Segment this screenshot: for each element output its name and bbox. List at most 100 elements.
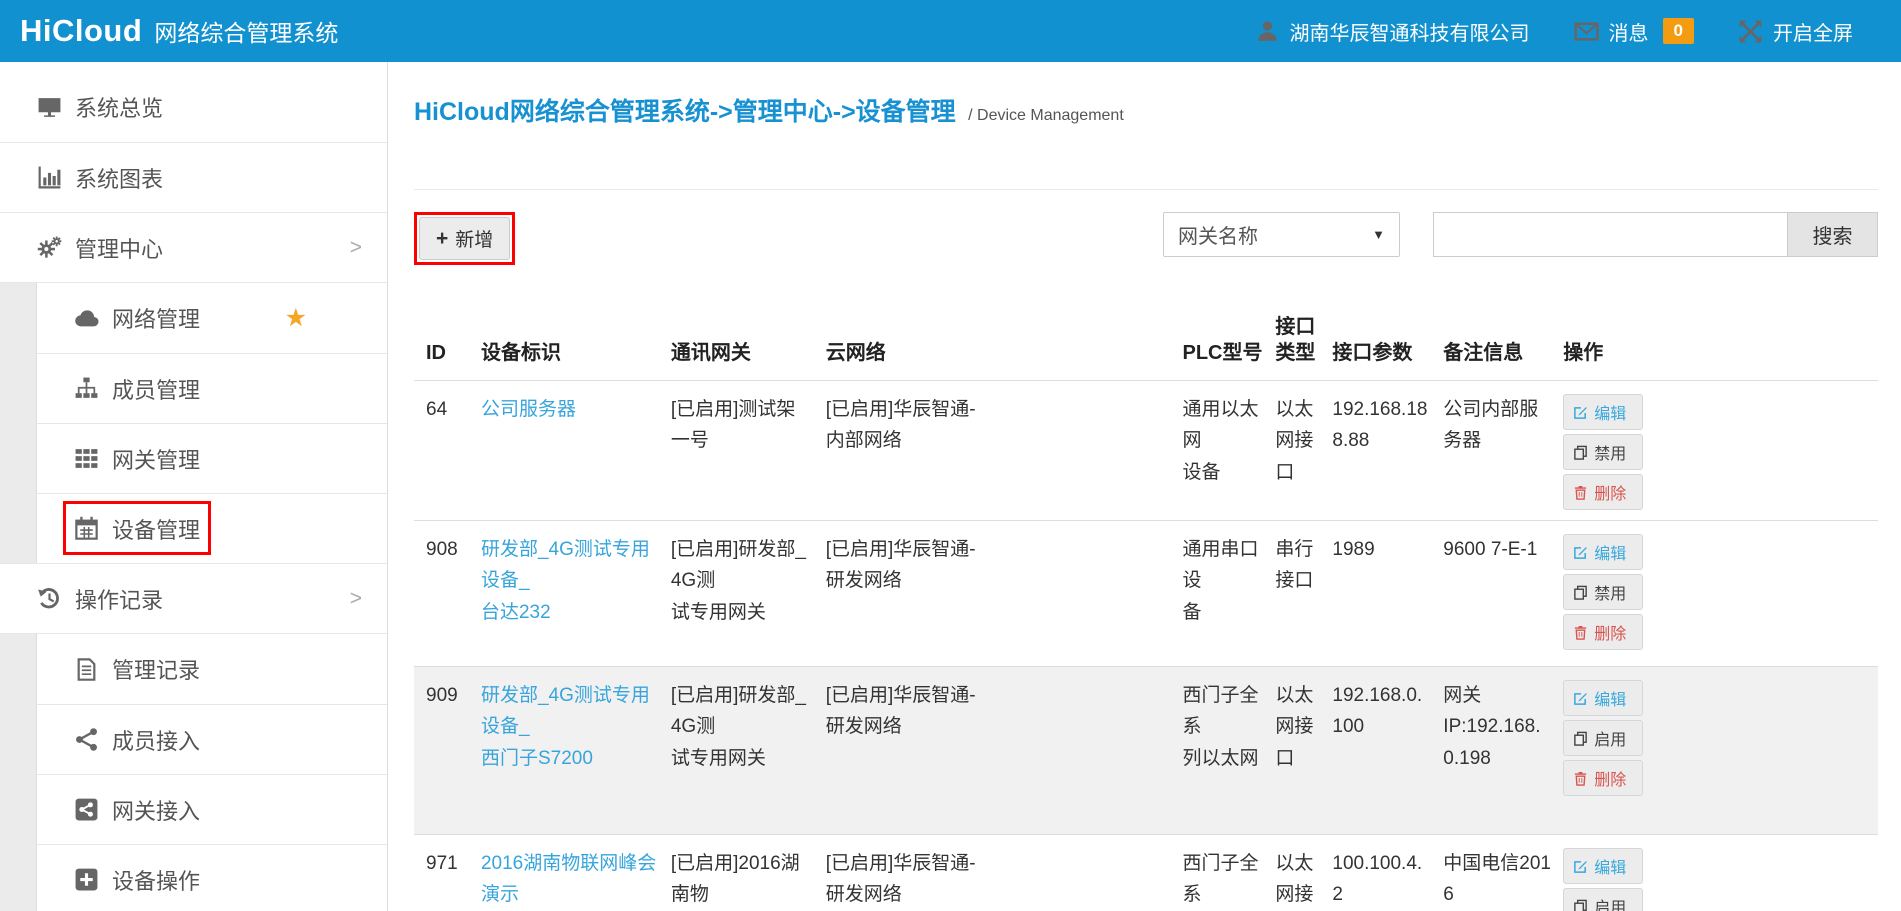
delete-button[interactable]: 删除	[1563, 614, 1643, 650]
sidebar-item-management-center[interactable]: 管理中心 >	[0, 212, 387, 282]
star-icon: ★	[285, 303, 307, 333]
cell-gateway: [已启用]2016湖南物 联网峰会	[671, 835, 826, 911]
trash-icon	[1573, 771, 1588, 786]
cell-gateway: [已启用]研发部_4G测 试专用网关	[671, 667, 826, 834]
device-link[interactable]: 研发部_4G测试专用设备_ 西门子S7200	[481, 685, 650, 769]
cell-gateway: [已启用]测试架一号	[671, 381, 826, 520]
clone-icon	[1573, 899, 1588, 911]
cell-plc: 通用以太网 设备	[1182, 381, 1275, 520]
header-id: ID	[414, 327, 481, 380]
table-header-row: ID 设备标识 通讯网关 云网络 PLC型号 接口 类型 接口参数 备注信息 操…	[414, 301, 1878, 380]
grid-icon	[74, 446, 99, 471]
sitemap-icon	[74, 376, 99, 401]
cell-id: 909	[414, 667, 481, 834]
fullscreen-button[interactable]: 开启全屏	[1738, 17, 1853, 46]
sidebar-item-operation-records[interactable]: 操作记录 >	[0, 563, 387, 633]
edit-icon	[1573, 405, 1588, 420]
delete-button[interactable]: 删除	[1563, 474, 1643, 510]
filter-field-select[interactable]: 网关名称 ▼	[1163, 212, 1400, 257]
company-menu[interactable]: 湖南华辰智通科技有限公司	[1255, 17, 1530, 46]
sidebar: 系统总览 系统图表 管理中心 > 网络管理	[0, 62, 388, 911]
cell-iface-params: 192.168.0.100	[1332, 667, 1443, 834]
sidebar-item-label: 系统图表	[75, 162, 163, 194]
caret-down-icon: ▼	[1372, 227, 1385, 242]
cell-iface-type: 串行 接口	[1275, 521, 1332, 666]
chevron-right-icon: >	[350, 236, 362, 260]
messages-count-badge: 0	[1663, 18, 1694, 44]
file-text-icon	[74, 657, 99, 682]
cell-iface-params: 100.100.4.2	[1332, 835, 1443, 911]
cell-cloud: [已启用]华辰智通- 内部网络	[826, 381, 1183, 520]
cell-remark: 9600 7-E-1	[1443, 521, 1563, 666]
edit-button[interactable]: 编辑	[1563, 394, 1643, 430]
brand-suffix: 网络综合管理系统	[154, 14, 338, 48]
sidebar-item-member-access[interactable]: 成员接入	[36, 704, 387, 774]
enable-button[interactable]: 启用	[1563, 720, 1643, 756]
edit-button[interactable]: 编辑	[1563, 680, 1643, 716]
sidebar-item-label: 成员接入	[112, 724, 200, 756]
search-input[interactable]	[1433, 212, 1787, 257]
clone-icon	[1573, 731, 1588, 746]
breadcrumb-path: HiCloud网络综合管理系统->管理中心->设备管理	[414, 98, 956, 126]
cell-remark: 中国电信2016 湖南物联网峰会	[1443, 835, 1563, 911]
cell-gateway: [已启用]研发部_4G测 试专用网关	[671, 521, 826, 666]
cell-id: 64	[414, 381, 481, 520]
gears-icon	[37, 235, 62, 260]
delete-button[interactable]: 删除	[1563, 760, 1643, 796]
sidebar-item-device-operations[interactable]: 设备操作	[36, 844, 387, 911]
cell-id: 971	[414, 835, 481, 911]
share-square-icon	[74, 797, 99, 822]
desktop-icon	[37, 95, 62, 120]
sidebar-item-member-management[interactable]: 成员管理	[36, 353, 387, 423]
sidebar-item-label: 网关管理	[112, 443, 200, 475]
breadcrumb-suffix: / Device Management	[968, 107, 1124, 124]
messages-label: 消息	[1609, 17, 1649, 46]
plus-square-icon	[74, 867, 99, 892]
search-group: 搜索	[1433, 212, 1878, 257]
cell-actions: 编辑 启用	[1563, 835, 1878, 911]
disable-button[interactable]: 禁用	[1563, 574, 1643, 610]
device-table: ID 设备标识 通讯网关 云网络 PLC型号 接口 类型 接口参数 备注信息 操…	[414, 301, 1878, 911]
sidebar-item-device-management[interactable]: 设备管理	[36, 493, 387, 563]
cloud-icon	[74, 306, 99, 331]
edit-icon	[1573, 545, 1588, 560]
cell-iface-type: 以太 网接 口	[1275, 667, 1332, 834]
clone-icon	[1573, 585, 1588, 600]
add-device-button[interactable]: + 新增	[419, 217, 510, 260]
device-link[interactable]: 公司服务器	[481, 399, 576, 420]
share-icon	[74, 727, 99, 752]
brand-logo[interactable]: HiCloud 网络综合管理系统	[20, 13, 338, 49]
history-icon	[37, 586, 62, 611]
sidebar-item-system-charts[interactable]: 系统图表	[0, 142, 387, 212]
search-button[interactable]: 搜索	[1787, 212, 1878, 257]
cell-actions: 编辑 禁用 删除	[1563, 521, 1878, 666]
disable-button[interactable]: 禁用	[1563, 434, 1643, 470]
enable-button[interactable]: 启用	[1563, 888, 1643, 911]
sidebar-item-network-management[interactable]: 网络管理 ★	[36, 283, 387, 353]
calendar-icon	[74, 516, 99, 541]
navbar-right: 湖南华辰智通科技有限公司 消息 0 开启全屏	[1255, 17, 1853, 46]
sidebar-item-gateway-access[interactable]: 网关接入	[36, 774, 387, 844]
edit-button[interactable]: 编辑	[1563, 534, 1643, 570]
device-link[interactable]: 2016湖南物联网峰会演示 箱	[481, 853, 656, 911]
cell-iface-params: 1989	[1332, 521, 1443, 666]
sidebar-item-label: 网络管理	[112, 302, 200, 334]
fullscreen-label: 开启全屏	[1773, 17, 1853, 46]
sidebar-item-system-overview[interactable]: 系统总览	[0, 72, 387, 142]
sidebar-item-gateway-management[interactable]: 网关管理	[36, 423, 387, 493]
cell-remark: 公司内部服务器	[1443, 381, 1563, 520]
sidebar-item-label: 管理中心	[75, 232, 163, 264]
add-device-label: 新增	[455, 225, 493, 252]
messages-menu[interactable]: 消息 0	[1574, 17, 1694, 46]
sidebar-item-label: 网关接入	[112, 794, 200, 826]
sidebar-item-label: 操作记录	[75, 583, 163, 615]
cell-iface-params: 192.168.188.88	[1332, 381, 1443, 520]
sidebar-item-management-records[interactable]: 管理记录	[36, 634, 387, 704]
sidebar-item-label: 系统总览	[75, 91, 163, 123]
cell-iface-type: 以太 网接 口	[1275, 381, 1332, 520]
header-iface-params: 接口参数	[1332, 327, 1443, 380]
fullscreen-icon	[1738, 19, 1763, 44]
filter-selected-value: 网关名称	[1178, 220, 1258, 249]
device-link[interactable]: 研发部_4G测试专用设备_ 台达232	[481, 539, 650, 623]
edit-button[interactable]: 编辑	[1563, 848, 1643, 884]
